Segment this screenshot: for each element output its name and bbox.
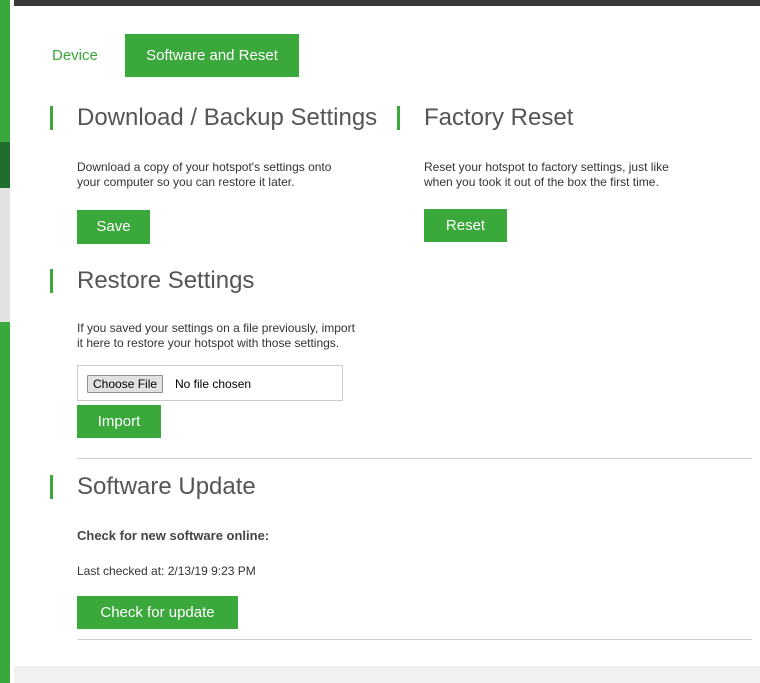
factory-reset-description: Reset your hotspot to factory settings, … <box>424 160 669 190</box>
section-accent-bar <box>50 475 53 499</box>
section-divider <box>77 639 752 640</box>
section-divider <box>77 458 752 459</box>
file-input[interactable]: Choose File No file chosen <box>77 365 343 401</box>
factory-reset-description-line: when you took it out of the box the firs… <box>424 175 659 189</box>
check-software-label: Check for new software online: <box>77 528 270 543</box>
backup-description-line: Download a copy of your hotspot's settin… <box>77 160 332 174</box>
reset-button[interactable]: Reset <box>424 209 507 242</box>
factory-reset-description-line: Reset your hotspot to factory settings, … <box>424 160 669 174</box>
edge-segment <box>0 188 10 322</box>
restore-description-line: it here to restore your hotspot with tho… <box>77 336 340 350</box>
choose-file-button[interactable]: Choose File <box>87 375 164 393</box>
backup-description-line: your computer so you can restore it late… <box>77 175 295 189</box>
section-accent-bar <box>50 269 53 293</box>
save-button[interactable]: Save <box>77 210 150 244</box>
restore-description-line: If you saved your settings on a file pre… <box>77 321 355 335</box>
top-bar <box>14 0 760 6</box>
backup-section-title: Download / Backup Settings <box>77 104 378 131</box>
factory-reset-section-title: Factory Reset <box>424 104 574 131</box>
edge-segment <box>0 322 10 683</box>
left-edge-strip <box>0 0 14 683</box>
section-accent-bar <box>397 106 400 130</box>
edge-segment <box>0 0 10 142</box>
check-for-update-button[interactable]: Check for update <box>77 596 238 629</box>
backup-description: Download a copy of your hotspot's settin… <box>77 160 331 190</box>
section-accent-bar <box>50 106 53 130</box>
file-status-text: No file chosen <box>175 377 252 391</box>
tab-device[interactable]: Device <box>52 34 98 77</box>
restore-description: If you saved your settings on a file pre… <box>77 321 355 351</box>
import-button[interactable]: Import <box>77 405 161 438</box>
tab-software-and-reset[interactable]: Software and Reset <box>125 34 299 77</box>
restore-section-title: Restore Settings <box>77 267 255 294</box>
bottom-bar <box>14 666 760 683</box>
last-checked-text: Last checked at: 2/13/19 9:23 PM <box>77 564 256 578</box>
software-update-section-title: Software Update <box>77 473 256 500</box>
edge-segment <box>0 142 10 188</box>
